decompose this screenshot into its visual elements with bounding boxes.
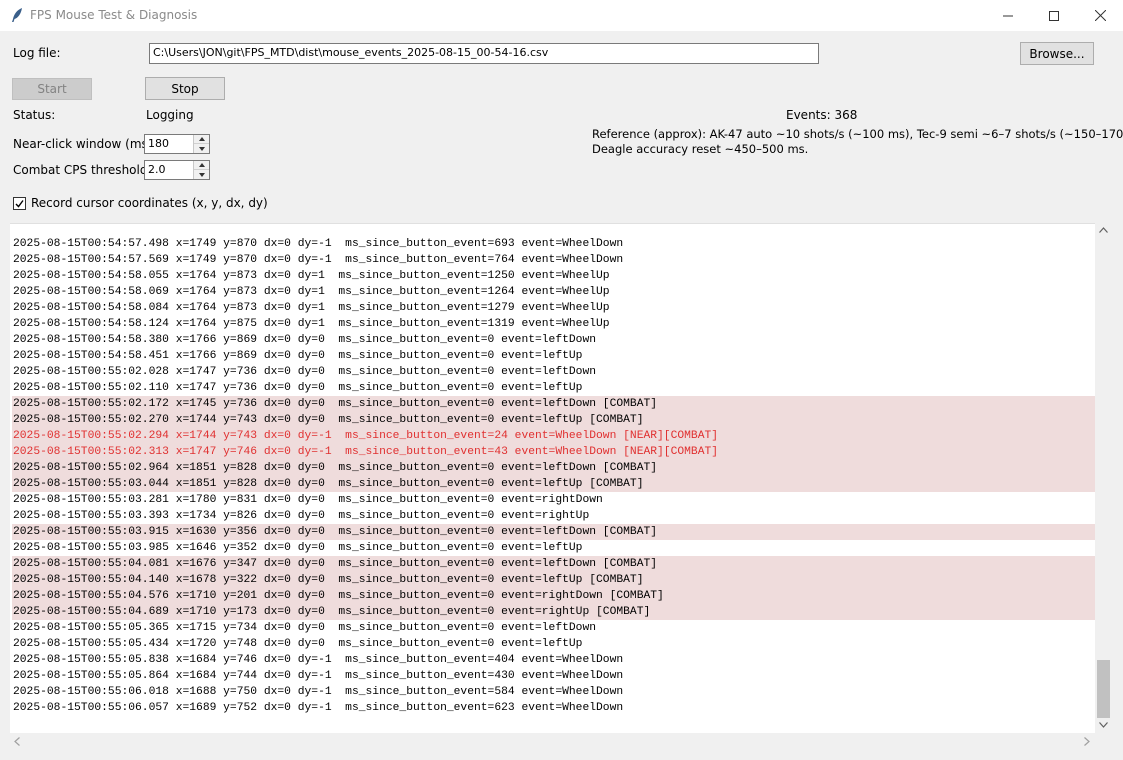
checkmark-icon	[15, 200, 24, 208]
reference-line-1: Reference (approx): AK-47 auto ~10 shots…	[592, 127, 1123, 141]
combat-cps-label: Combat CPS threshold:	[13, 163, 152, 177]
near-click-increment[interactable]	[194, 135, 209, 144]
arrow-down-icon	[198, 146, 205, 151]
log-line: 2025-08-15T00:55:04.140 x=1678 y=322 dx=…	[12, 572, 1095, 588]
near-click-spinbox[interactable]: 180	[144, 134, 210, 154]
near-click-value[interactable]: 180	[148, 137, 169, 150]
events-count: Events: 368	[786, 108, 858, 122]
window-title: FPS Mouse Test & Diagnosis	[30, 8, 198, 22]
scroll-left-icon[interactable]	[14, 737, 20, 746]
log-line: 2025-08-15T00:55:04.081 x=1676 y=347 dx=…	[12, 556, 1095, 572]
combat-cps-decrement[interactable]	[194, 170, 209, 179]
log-line: 2025-08-15T00:55:04.689 x=1710 y=173 dx=…	[12, 604, 1095, 620]
reference-line-2: Deagle accuracy reset ~450–500 ms.	[592, 142, 809, 156]
log-line: 2025-08-15T00:54:58.055 x=1764 y=873 dx=…	[13, 270, 610, 282]
log-line: 2025-08-15T00:54:57.569 x=1749 y=870 dx=…	[13, 254, 624, 266]
log-line: 2025-08-15T00:55:02.313 x=1747 y=746 dx=…	[12, 444, 1095, 460]
minimize-icon	[1003, 15, 1013, 16]
maximize-icon	[1049, 10, 1059, 21]
near-click-label: Near-click window (ms):	[13, 137, 157, 151]
log-line: 2025-08-15T00:55:03.281 x=1780 y=831 dx=…	[13, 494, 603, 506]
log-line: 2025-08-15T00:55:05.434 x=1720 y=748 dx=…	[13, 638, 583, 650]
log-line: 2025-08-15T00:54:58.084 x=1764 y=873 dx=…	[13, 302, 610, 314]
log-line: 2025-08-15T00:55:04.576 x=1710 y=201 dx=…	[12, 588, 1095, 604]
minimize-button[interactable]	[985, 0, 1031, 31]
log-line: 2025-08-15T00:55:02.172 x=1745 y=736 dx=…	[12, 396, 1095, 412]
record-coords-checkbox[interactable]	[13, 197, 26, 210]
log-line: 2025-08-15T00:55:02.110 x=1747 y=736 dx=…	[13, 382, 583, 394]
log-line: 2025-08-15T00:55:03.044 x=1851 y=828 dx=…	[12, 476, 1095, 492]
log-line: 2025-08-15T00:55:05.838 x=1684 y=746 dx=…	[13, 654, 624, 666]
near-click-arrows	[193, 135, 209, 153]
log-line: 2025-08-15T00:54:57.498 x=1749 y=870 dx=…	[13, 238, 624, 250]
log-file-label: Log file:	[13, 46, 61, 60]
log-line: 2025-08-15T00:54:58.069 x=1764 y=873 dx=…	[13, 286, 610, 298]
log-line: 2025-08-15T00:55:06.018 x=1688 y=750 dx=…	[13, 686, 624, 698]
combat-cps-value[interactable]: 2.0	[148, 163, 166, 176]
vertical-scroll-thumb[interactable]	[1097, 660, 1110, 718]
log-line: 2025-08-15T00:55:03.985 x=1646 y=352 dx=…	[13, 542, 583, 554]
log-vertical-scrollbar[interactable]	[1095, 223, 1112, 733]
log-line: 2025-08-15T00:55:02.028 x=1747 y=736 dx=…	[13, 366, 597, 378]
scroll-right-icon[interactable]	[1084, 737, 1090, 746]
log-file-path-input[interactable]: C:\Users\JON\git\FPS_MTD\dist\mouse_even…	[149, 43, 819, 64]
log-line: 2025-08-15T00:54:58.380 x=1766 y=869 dx=…	[13, 334, 597, 346]
browse-button[interactable]: Browse...	[1020, 42, 1094, 65]
log-line: 2025-08-15T00:55:03.393 x=1734 y=826 dx=…	[13, 510, 590, 522]
log-line: 2025-08-15T00:55:02.270 x=1744 y=743 dx=…	[12, 412, 1095, 428]
arrow-up-icon	[198, 163, 205, 167]
title-bar: FPS Mouse Test & Diagnosis	[0, 0, 1123, 31]
stop-button[interactable]: Stop	[145, 77, 225, 100]
scroll-down-icon[interactable]	[1099, 722, 1108, 728]
combat-cps-spinbox[interactable]: 2.0	[144, 160, 210, 180]
close-icon	[1094, 10, 1106, 21]
combat-cps-arrows	[193, 161, 209, 179]
log-line: 2025-08-15T00:55:05.864 x=1684 y=744 dx=…	[13, 670, 624, 682]
maximize-button[interactable]	[1031, 0, 1077, 31]
log-line: 2025-08-15T00:55:02.964 x=1851 y=828 dx=…	[12, 460, 1095, 476]
close-button[interactable]	[1077, 0, 1123, 31]
arrow-up-icon	[198, 137, 205, 141]
start-button[interactable]: Start	[12, 78, 92, 100]
status-value: Logging	[146, 108, 194, 122]
log-line: 2025-08-15T00:55:06.057 x=1689 y=752 dx=…	[13, 702, 624, 714]
log-line: 2025-08-15T00:54:58.451 x=1766 y=869 dx=…	[13, 350, 583, 362]
log-line: 2025-08-15T00:54:58.124 x=1764 y=875 dx=…	[13, 318, 610, 330]
log-line: 2025-08-15T00:55:02.294 x=1744 y=743 dx=…	[12, 428, 1095, 444]
log-line: 2025-08-15T00:55:05.365 x=1715 y=734 dx=…	[13, 622, 597, 634]
arrow-down-icon	[198, 172, 205, 177]
log-line: 2025-08-15T00:55:03.915 x=1630 y=356 dx=…	[12, 524, 1095, 540]
status-label: Status:	[13, 108, 56, 122]
near-click-decrement[interactable]	[194, 144, 209, 153]
feather-icon	[10, 7, 24, 23]
event-log[interactable]: 2025-08-15T00:54:57.498 x=1749 y=870 dx=…	[10, 223, 1095, 733]
combat-cps-increment[interactable]	[194, 161, 209, 170]
record-coords-label: Record cursor coordinates (x, y, dx, dy)	[31, 196, 268, 210]
log-horizontal-scrollbar[interactable]	[10, 733, 1095, 750]
scroll-up-icon[interactable]	[1099, 227, 1108, 233]
